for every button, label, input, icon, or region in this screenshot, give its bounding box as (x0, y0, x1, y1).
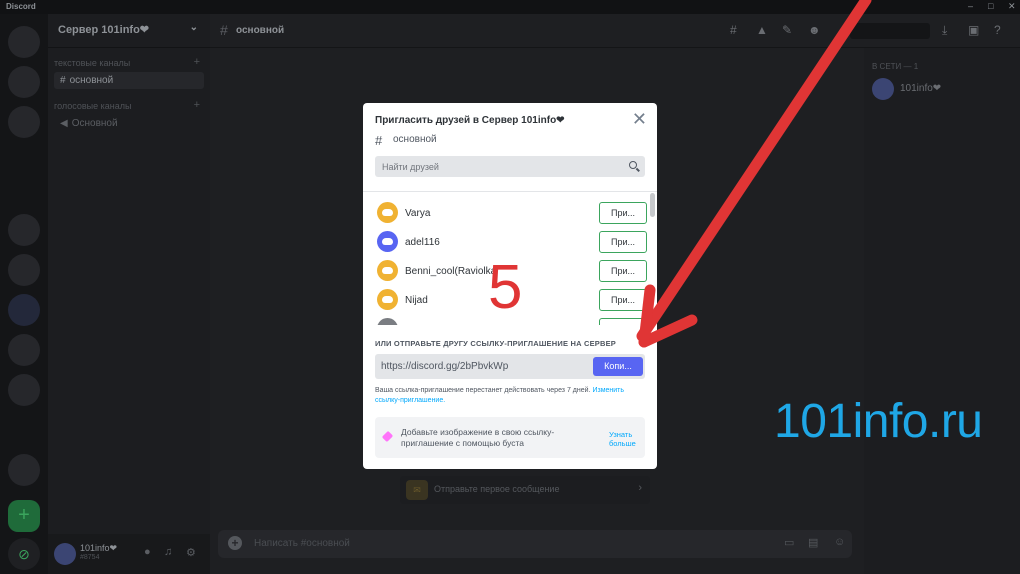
invite-button[interactable]: При... (599, 260, 647, 282)
channel-sidebar: Сервер 101info❤ ⌄ текстовые каналы + # ос… (48, 14, 210, 574)
hash-icon: # (375, 133, 383, 148)
member-list: В СЕТИ — 1 101info❤ (864, 48, 1020, 574)
server-header[interactable]: Сервер 101info❤ ⌄ (48, 14, 210, 48)
add-channel-icon[interactable]: + (194, 99, 200, 111)
inbox-icon[interactable]: ▣ (968, 23, 979, 37)
modal-title: Пригласить друзей в Сервер 101info❤ (375, 115, 565, 126)
user-panel: 101info❤ #8754 ● ♫ ⚙ (48, 534, 210, 574)
gif-icon[interactable]: ▭ (784, 536, 794, 549)
emoji-icon[interactable]: ☺ (834, 536, 845, 548)
minimize-button[interactable]: – (968, 1, 973, 11)
invite-button[interactable] (599, 318, 647, 325)
divider (363, 191, 657, 192)
invite-link-label: ИЛИ ОТПРАВЬТЕ ДРУГУ ССЫЛКУ-ПРИГЛАШЕНИЕ Н… (375, 339, 617, 348)
headphones-icon[interactable]: ♫ (164, 546, 172, 558)
members-header: В СЕТИ — 1 (872, 62, 919, 71)
boost-banner: Добавьте изображение в свою ссылку-пригл… (375, 417, 645, 458)
close-icon[interactable]: ✕ (632, 109, 647, 130)
friend-name: Benni_cool(Raviolka (405, 266, 497, 277)
chevron-down-icon: ⌄ (189, 22, 198, 33)
server-list: + ⊘ (0, 14, 48, 574)
category-text-channels[interactable]: текстовые каналы + (48, 48, 210, 70)
user-name: 101info❤ (80, 543, 118, 553)
hash-icon: # (60, 75, 66, 86)
friend-name: Varya (405, 208, 431, 219)
title-bar: Discord – □ ✕ (0, 0, 1020, 14)
expiry-note: Ваша ссылка-приглашение перестанет дейст… (375, 387, 625, 404)
server-icon[interactable] (8, 254, 40, 286)
mic-icon[interactable]: ● (144, 546, 151, 558)
modal-channel-name: основной (393, 134, 437, 145)
boost-gem-icon (381, 430, 394, 443)
search-input[interactable] (850, 23, 930, 39)
friend-row: Varya При... (375, 199, 651, 228)
message-composer[interactable]: + Написать #основной ▭ ▤ ☺ (218, 530, 852, 558)
members-icon[interactable]: ☻ (808, 23, 821, 37)
channel-item-main[interactable]: # основной (54, 72, 204, 89)
bell-icon[interactable]: ▲ (756, 23, 768, 37)
search-icon (629, 161, 637, 169)
server-icon[interactable] (8, 26, 40, 58)
server-icon[interactable] (8, 106, 40, 138)
scrollbar[interactable] (650, 193, 655, 217)
member-name[interactable]: 101info❤ (900, 83, 941, 94)
avatar (377, 260, 398, 281)
friend-name: adel116 (405, 237, 440, 248)
avatar (377, 318, 398, 325)
avatar (377, 202, 398, 223)
avatar (377, 231, 398, 252)
voice-channel-item[interactable]: ◀ Основной (54, 115, 204, 132)
boost-text: Добавьте изображение в свою ссылку-пригл… (401, 427, 555, 448)
invite-button[interactable]: При... (599, 289, 647, 311)
learn-more-link[interactable]: Узнать больше (609, 430, 645, 448)
avatar (377, 289, 398, 310)
composer-placeholder: Написать #основной (254, 538, 350, 549)
hash-icon: # (220, 22, 228, 38)
maximize-button[interactable]: □ (988, 1, 993, 11)
help-icon[interactable]: ? (994, 23, 1001, 37)
watermark: 101info.ru (774, 395, 983, 448)
pin-icon[interactable]: ✎ (782, 23, 792, 37)
threads-icon[interactable]: # (730, 23, 737, 37)
avatar[interactable] (872, 78, 894, 100)
friend-name: Nijad (405, 295, 428, 306)
server-name: Сервер 101info❤ (58, 24, 150, 36)
channel-title: основной (236, 25, 285, 36)
welcome-action-icon: ✉ (406, 480, 428, 500)
server-icon[interactable] (8, 66, 40, 98)
category-voice-channels[interactable]: голосовые каналы + (48, 91, 210, 113)
server-icon[interactable] (8, 374, 40, 406)
gear-icon[interactable]: ⚙ (186, 546, 196, 559)
invite-link-field[interactable]: https://discord.gg/2bPbvkWp Копи... (375, 354, 645, 379)
chevron-right-icon: › (638, 482, 642, 494)
welcome-action-send-message[interactable]: ✉ Отправьте первое сообщение › (400, 476, 650, 504)
add-server-button[interactable]: + (8, 500, 40, 532)
server-icon[interactable] (8, 334, 40, 366)
channel-topbar: # основной # ▲ ✎ ☻ ⤓ ▣ ? (210, 14, 1020, 48)
download-icon[interactable]: ⤓ (942, 23, 947, 38)
friend-search-input[interactable] (375, 156, 645, 177)
avatar[interactable] (54, 543, 76, 565)
server-icon[interactable] (8, 214, 40, 246)
copy-link-button[interactable]: Копи... (593, 357, 643, 376)
user-tag: #8754 (80, 554, 100, 561)
invite-link-text[interactable]: https://discord.gg/2bPbvkWp (381, 361, 508, 372)
speaker-icon: ◀ (60, 118, 68, 129)
server-icon[interactable] (8, 454, 40, 486)
app-name: Discord (6, 2, 36, 11)
add-channel-icon[interactable]: + (194, 56, 200, 68)
sticker-icon[interactable]: ▤ (808, 536, 818, 549)
explore-servers-icon[interactable]: ⊘ (8, 538, 40, 570)
close-window-button[interactable]: ✕ (1008, 1, 1016, 12)
server-icon-active[interactable] (8, 294, 40, 326)
attach-plus-icon[interactable]: + (228, 536, 242, 550)
invite-button[interactable]: При... (599, 202, 647, 224)
invite-button[interactable]: При... (599, 231, 647, 253)
step-number: 5 (488, 253, 523, 322)
